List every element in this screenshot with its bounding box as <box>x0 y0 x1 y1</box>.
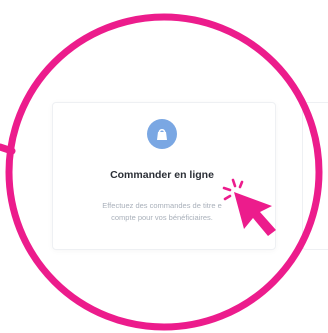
zoomed-callout: Commander en ligne Effectuez des command… <box>0 0 328 333</box>
shopping-bag-icon <box>147 119 177 149</box>
adjacent-card-edge <box>302 102 328 250</box>
click-pointer-icon <box>222 178 276 236</box>
